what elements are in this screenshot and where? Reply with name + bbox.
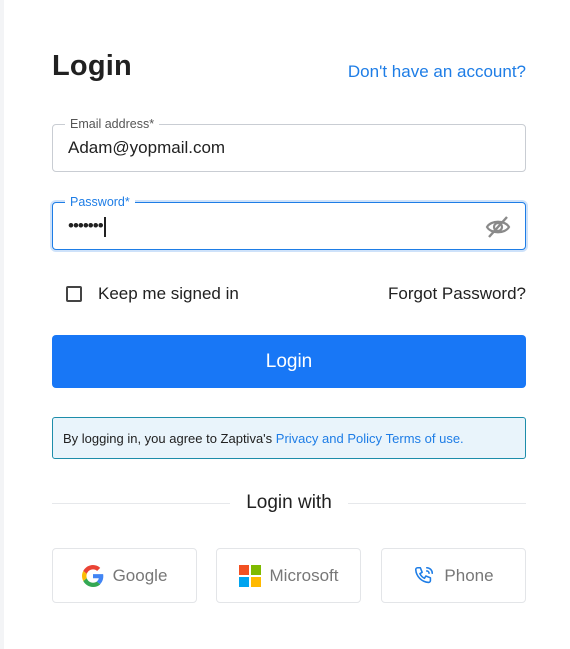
- notice-text: By logging in, you agree to Zaptiva's: [63, 430, 273, 446]
- email-field[interactable]: Email address*: [52, 116, 526, 172]
- checkbox-box[interactable]: [66, 286, 82, 302]
- phone-login-button[interactable]: Phone: [381, 548, 526, 603]
- password-masked-value: •••••••: [68, 216, 104, 235]
- google-login-button[interactable]: Google: [52, 548, 197, 603]
- keep-signed-in-label: Keep me signed in: [98, 284, 239, 303]
- divider-line-right: [348, 503, 526, 504]
- phone-label: Phone: [444, 565, 494, 585]
- keep-signed-in-checkbox[interactable]: Keep me signed in: [66, 284, 239, 304]
- password-input[interactable]: •••••••: [68, 216, 106, 237]
- password-label: Password*: [65, 194, 135, 210]
- forgot-password-link[interactable]: Forgot Password?: [388, 284, 526, 304]
- login-button[interactable]: Login: [52, 335, 526, 388]
- microsoft-icon: [238, 564, 261, 587]
- email-input[interactable]: [53, 125, 525, 171]
- privacy-policy-link[interactable]: Privacy and Policy: [276, 431, 382, 446]
- signup-link[interactable]: Don't have an account?: [348, 62, 526, 82]
- password-field[interactable]: Password* •••••••: [52, 194, 526, 250]
- phone-icon: [413, 565, 435, 587]
- google-label: Google: [112, 565, 168, 585]
- login-with-divider: Login with: [52, 492, 526, 514]
- text-cursor: [103, 216, 106, 237]
- microsoft-label: Microsoft: [269, 565, 339, 585]
- terms-notice: By logging in, you agree to Zaptiva's Pr…: [52, 417, 526, 459]
- terms-of-use-link[interactable]: Terms of use.: [386, 431, 464, 446]
- page-edge: [0, 0, 4, 649]
- google-icon: [81, 564, 104, 587]
- microsoft-login-button[interactable]: Microsoft: [216, 548, 361, 603]
- eye-off-icon[interactable]: [485, 214, 511, 240]
- page-title: Login: [52, 50, 132, 82]
